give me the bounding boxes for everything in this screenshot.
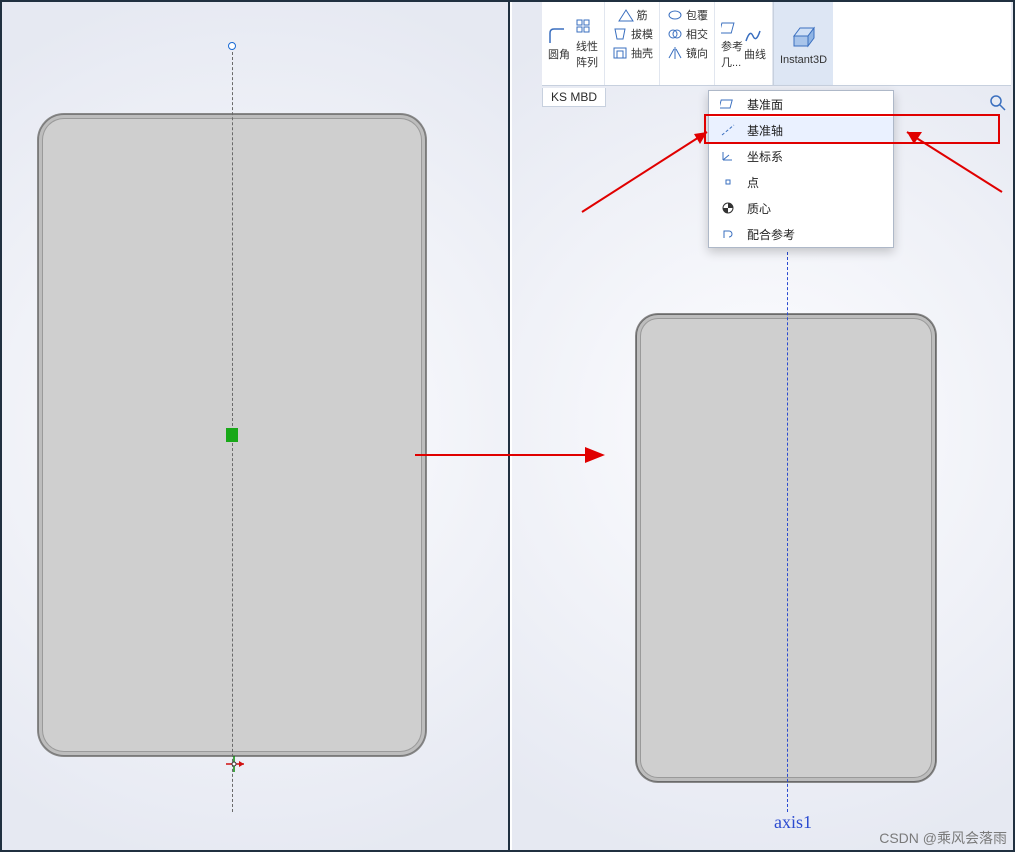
curves-icon	[744, 27, 762, 45]
rib-button[interactable]: 筋	[617, 6, 648, 24]
curves-label: 曲线	[744, 46, 766, 62]
coord-system-icon	[719, 149, 737, 163]
reference-geometry-menu: 基准面 基准轴 坐标系 点 质心 配合参考	[708, 90, 894, 248]
instant3d-button[interactable]: Instant3D	[773, 2, 833, 85]
reference-geometry-label: 参考 几...	[721, 38, 743, 70]
shell-button[interactable]: 抽壳	[611, 44, 653, 62]
instant3d-label: Instant3D	[780, 54, 827, 66]
linear-pattern-icon	[576, 19, 594, 37]
menu-mass-center-label: 质心	[747, 200, 771, 217]
annotation-arrow-right	[892, 122, 1012, 202]
shell-label: 抽壳	[631, 45, 653, 61]
axis-label: axis1	[774, 812, 812, 833]
linear-pattern-label: 线性 阵列	[576, 38, 598, 70]
fillet-label: 圆角	[548, 46, 570, 62]
right-viewport: 圆角 线性 阵列 筋 拔模 抽壳	[512, 2, 1013, 850]
menu-plane[interactable]: 基准面	[709, 91, 893, 117]
midpoint-relation-icon	[226, 428, 238, 442]
axis-icon	[719, 123, 737, 137]
ribbon-toolbar: 圆角 线性 阵列 筋 拔模 抽壳	[542, 2, 1011, 86]
menu-mass-center[interactable]: 质心	[709, 195, 893, 221]
intersect-label: 相交	[686, 26, 708, 42]
menu-axis-label: 基准轴	[747, 122, 783, 139]
origin-marker[interactable]	[222, 754, 246, 774]
zoom-icon[interactable]	[989, 94, 1007, 112]
menu-coord-label: 坐标系	[747, 148, 783, 165]
menu-point[interactable]: 点	[709, 169, 893, 195]
mirror-label: 镜向	[686, 45, 708, 61]
intersect-button[interactable]: 相交	[666, 25, 708, 43]
wrap-label: 包覆	[686, 7, 708, 23]
watermark: CSDN @乘风会落雨	[879, 828, 1007, 848]
model-part-right[interactable]	[636, 314, 936, 782]
menu-mate-ref-label: 配合参考	[747, 226, 795, 243]
draft-icon	[611, 25, 629, 43]
fillet-icon	[548, 27, 566, 45]
mirror-icon	[666, 44, 684, 62]
curves-button[interactable]: 曲线	[744, 27, 766, 62]
instant3d-icon	[789, 21, 819, 51]
draft-button[interactable]: 拔模	[611, 25, 653, 43]
reference-geometry-icon	[721, 19, 739, 37]
command-manager-tabs: KS MBD	[542, 86, 606, 108]
wrap-button[interactable]: 包覆	[666, 6, 708, 24]
rib-label: 筋	[637, 7, 648, 23]
left-viewport	[2, 2, 510, 850]
fillet-button[interactable]: 圆角	[548, 27, 570, 62]
intersect-icon	[666, 25, 684, 43]
plane-icon	[719, 97, 737, 111]
linear-pattern-button[interactable]: 线性 阵列	[576, 19, 598, 70]
rib-icon	[617, 6, 635, 24]
point-icon	[719, 175, 737, 189]
mass-center-icon	[719, 201, 737, 215]
menu-axis[interactable]: 基准轴	[709, 117, 893, 143]
centerline-left	[232, 42, 233, 812]
tab-mbd[interactable]: KS MBD	[542, 88, 606, 107]
mirror-button[interactable]: 镜向	[666, 44, 708, 62]
mate-ref-icon	[719, 227, 737, 241]
reference-axis-line[interactable]	[787, 252, 788, 812]
draft-label: 拔模	[631, 26, 653, 42]
shell-icon	[611, 44, 629, 62]
menu-plane-label: 基准面	[747, 96, 783, 113]
wrap-icon	[666, 6, 684, 24]
reference-geometry-button[interactable]: 参考 几...	[721, 19, 743, 70]
menu-coord[interactable]: 坐标系	[709, 143, 893, 169]
menu-point-label: 点	[747, 174, 759, 191]
sketch-endpoint[interactable]	[228, 42, 236, 50]
menu-mate-ref[interactable]: 配合参考	[709, 221, 893, 247]
